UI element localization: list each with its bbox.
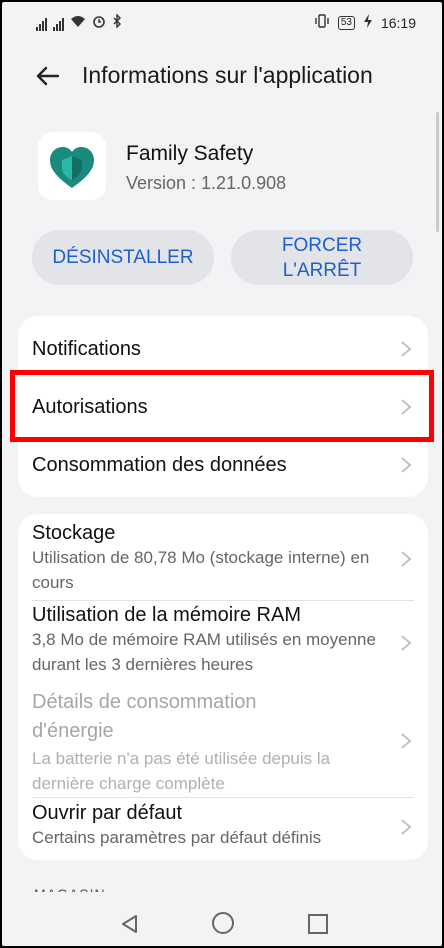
page-title: Informations sur l'application [82,62,373,88]
uninstall-button[interactable]: DÉSINSTALLER [32,230,214,285]
bluetooth-icon [112,13,122,31]
status-bar: 53 16:19 [2,2,442,42]
notifications-item[interactable]: Notifications [32,338,414,361]
navigation-bar [2,892,442,946]
chevron-right-icon [401,457,412,473]
settings-card-2: Stockage Utilisation de 80,78 Mo (stocka… [18,514,428,860]
status-icons-right: 53 16:19 [314,14,416,31]
storage-item[interactable]: Stockage Utilisation de 80,78 Mo (stocka… [32,522,414,595]
vibrate-icon [314,14,330,31]
data-usage-item[interactable]: Consommation des données [32,454,414,477]
chevron-right-icon [401,819,412,835]
divider [32,797,414,798]
open-by-default-item[interactable]: Ouvrir par défaut Certains paramètres pa… [32,802,414,850]
chevron-right-icon [401,551,412,567]
app-info-screen: 53 16:19 Informations sur l'application … [2,2,442,946]
app-version: Version : 1.21.0.908 [126,173,287,193]
item-label: Ouvrir par défaut [32,802,183,824]
battery-details-item: Détails de consommation d'énergie La bat… [32,688,414,796]
back-arrow-icon[interactable] [32,60,64,92]
chevron-right-icon [401,733,412,749]
app-name: Family Safety [126,142,254,165]
charging-icon [363,14,373,31]
uninstall-button-label: DÉSINSTALLER [52,247,194,268]
force-stop-button[interactable]: FORCER L'ARRÊT [231,230,413,285]
app-icon [38,132,106,200]
signal-icon [36,18,47,31]
item-subtitle: Utilisation de 80,78 Mo (stockage intern… [32,548,370,592]
item-label: Notifications [32,338,141,360]
divider [32,600,414,601]
item-label: Consommation des données [32,454,287,476]
battery-icon: 53 [337,15,355,30]
highlight-box [10,370,434,442]
nav-recents-icon[interactable] [308,914,328,934]
item-subtitle: Certains paramètres par défaut définis [32,828,322,847]
alarm-icon [92,14,106,31]
nav-home-icon[interactable] [212,912,234,934]
item-label: Stockage [32,522,116,544]
status-icons-left [36,13,122,31]
chevron-right-icon [401,341,412,357]
item-label: Détails de consommation d'énergie [32,691,257,742]
nav-back-icon[interactable] [120,914,140,934]
wifi-icon [70,15,86,31]
signal-icon-2 [53,18,64,31]
ram-usage-item[interactable]: Utilisation de la mémoire RAM 3,8 Mo de … [32,604,414,677]
status-time: 16:19 [380,14,416,31]
force-stop-button-label: FORCER L'ARRÊT [281,234,363,281]
scrollbar [436,112,439,232]
chevron-right-icon [401,635,412,651]
item-subtitle: 3,8 Mo de mémoire RAM utilisés en moyenn… [32,630,376,674]
item-label: Utilisation de la mémoire RAM [32,604,301,626]
item-subtitle: La batterie n'a pas été utilisée depuis … [32,749,331,793]
